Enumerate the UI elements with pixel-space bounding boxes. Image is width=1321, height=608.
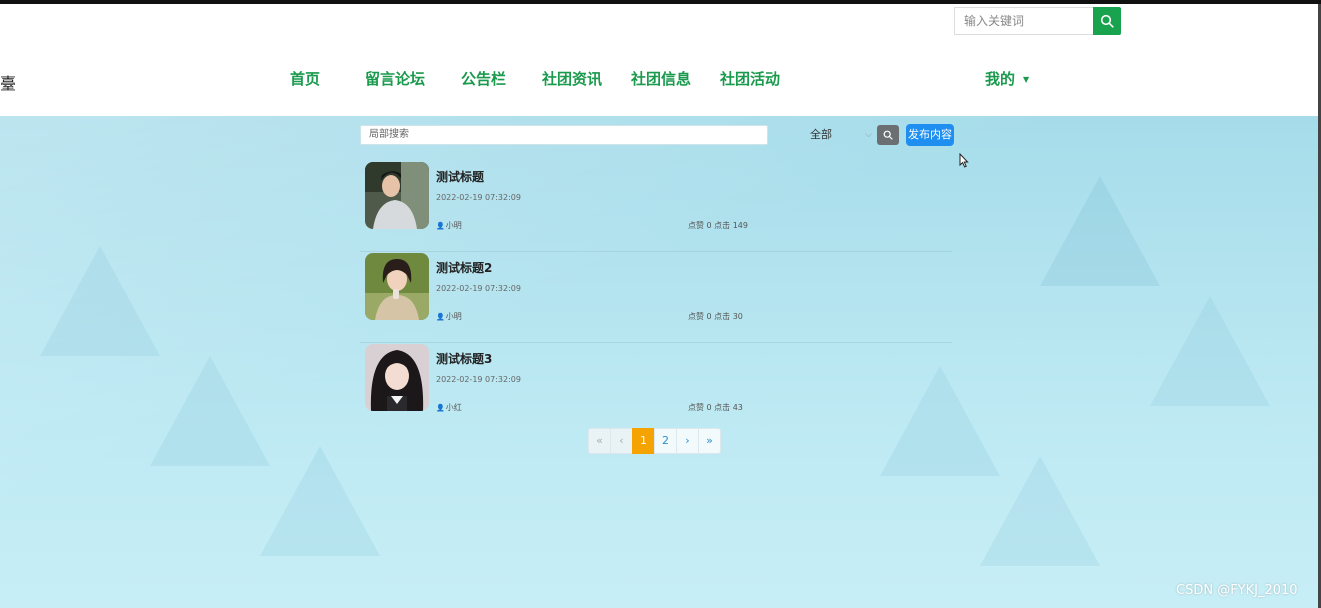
nav-my-menu[interactable]: 我的 ▼ <box>985 68 1029 89</box>
category-select-value: 全部 <box>810 128 832 141</box>
post-author: 👤小明 <box>436 220 462 231</box>
nav-home[interactable]: 首页 <box>290 68 320 89</box>
chevron-down-icon: ⌵ <box>865 130 872 140</box>
post-author-name: 小明 <box>445 312 462 321</box>
bg-triangle <box>40 246 160 356</box>
nav-club-news[interactable]: 社团资讯 <box>542 68 602 89</box>
bg-triangle <box>260 446 380 556</box>
post-author-name: 小明 <box>445 221 462 230</box>
user-icon: 👤 <box>436 222 445 230</box>
post-item[interactable]: 测试标题2 2022-02-19 07:32:09 👤小明 点赞 0 点击 30 <box>360 253 952 343</box>
category-select[interactable]: 全部 ⌵ <box>800 125 876 145</box>
post-time: 2022-02-19 07:32:09 <box>436 193 521 202</box>
post-time: 2022-02-19 07:32:09 <box>436 284 521 293</box>
next-page-button[interactable]: › <box>676 428 699 454</box>
site-logo-fragment: 臺 <box>0 74 17 93</box>
nav-my-label: 我的 <box>985 70 1016 88</box>
post-thumbnail[interactable] <box>365 162 429 229</box>
post-thumbnail[interactable] <box>365 344 429 411</box>
bg-triangle <box>1040 176 1160 286</box>
page-button-2[interactable]: 2 <box>654 428 677 454</box>
bg-triangle <box>980 456 1100 566</box>
divider <box>360 342 952 343</box>
search-button[interactable] <box>1093 7 1121 35</box>
local-search-input[interactable]: 局部搜索 <box>360 125 768 145</box>
post-title[interactable]: 测试标题3 <box>436 350 492 367</box>
local-search-button[interactable] <box>877 125 899 145</box>
first-page-button[interactable]: « <box>588 428 611 454</box>
post-title[interactable]: 测试标题2 <box>436 259 492 276</box>
mouse-cursor-icon <box>959 153 969 168</box>
bg-triangle <box>1150 296 1270 406</box>
nav-notice[interactable]: 公告栏 <box>461 68 506 89</box>
divider <box>360 251 952 252</box>
prev-page-button[interactable]: ‹ <box>610 428 633 454</box>
search-icon <box>1100 14 1114 28</box>
post-item[interactable]: 测试标题3 2022-02-19 07:32:09 👤小红 点赞 0 点击 43 <box>360 344 952 428</box>
post-title[interactable]: 测试标题 <box>436 168 484 185</box>
post-item[interactable]: 测试标题 2022-02-19 07:32:09 👤小明 点赞 0 点击 149 <box>360 162 952 252</box>
post-time: 2022-02-19 07:32:09 <box>436 375 521 384</box>
nav-forum[interactable]: 留言论坛 <box>365 68 425 89</box>
site-header: 臺 首页 留言论坛 公告栏 社团资讯 社团信息 社团活动 我的 ▼ 输入关键词 <box>0 4 1321 116</box>
caret-down-icon: ▼ <box>1023 75 1030 84</box>
search-icon <box>883 130 893 140</box>
post-author-name: 小红 <box>445 403 462 412</box>
post-author: 👤小红 <box>436 402 462 413</box>
watermark: CSDN @FYKJ_2010 <box>1176 583 1298 598</box>
publish-button[interactable]: 发布内容 <box>906 124 954 146</box>
pagination: « ‹ 1 2 › » <box>588 428 721 454</box>
post-author: 👤小明 <box>436 311 462 322</box>
post-stats: 点赞 0 点击 149 <box>688 221 748 230</box>
nav-club-info[interactable]: 社团信息 <box>631 68 691 89</box>
post-stats: 点赞 0 点击 30 <box>688 312 743 321</box>
user-icon: 👤 <box>436 404 445 412</box>
user-icon: 👤 <box>436 313 445 321</box>
bg-triangle <box>150 356 270 466</box>
page-button-1[interactable]: 1 <box>632 428 655 454</box>
last-page-button[interactable]: » <box>698 428 721 454</box>
post-thumbnail[interactable] <box>365 253 429 320</box>
post-stats: 点赞 0 点击 43 <box>688 403 743 412</box>
search-input[interactable]: 输入关键词 <box>954 7 1094 35</box>
nav-club-activities[interactable]: 社团活动 <box>720 68 780 89</box>
